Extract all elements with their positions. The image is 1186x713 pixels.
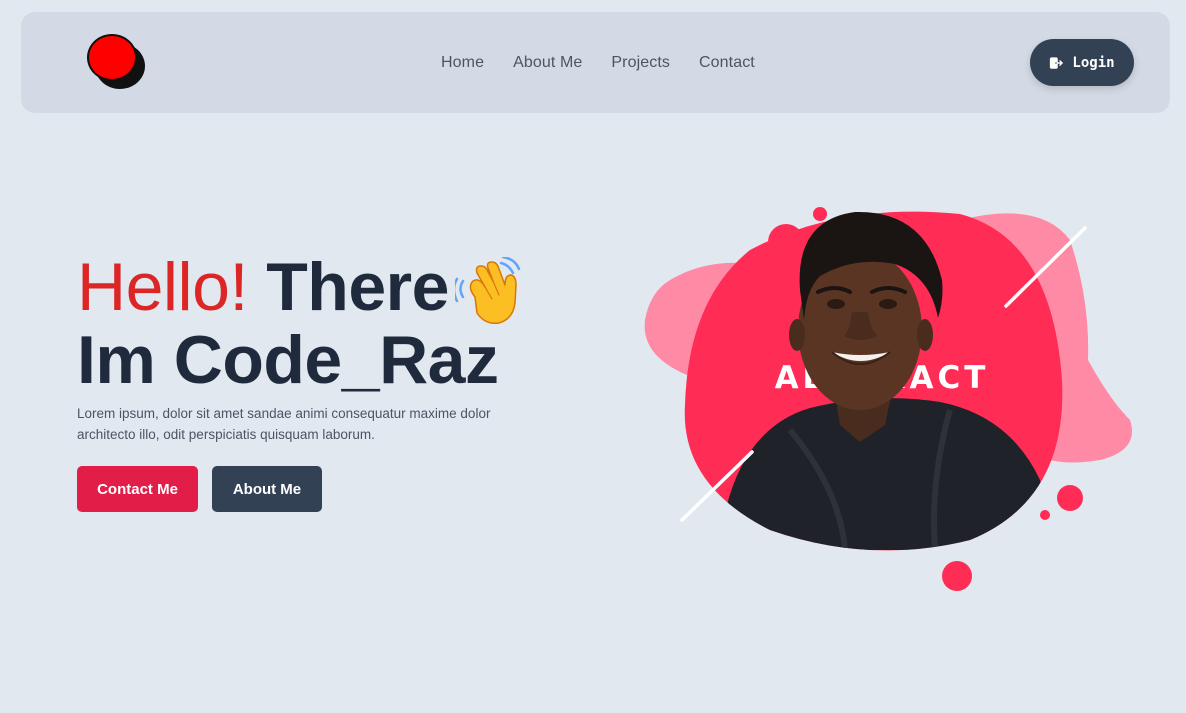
nav-link-about[interactable]: About Me (513, 54, 582, 72)
nav-link-home[interactable]: Home (441, 54, 484, 72)
hero-description: Lorem ipsum, dolor sit amet sandae animi… (77, 406, 491, 442)
contact-me-button[interactable]: Contact Me (77, 466, 198, 512)
decor-circle (1040, 510, 1050, 520)
hero-there: There (266, 249, 449, 325)
logo-dot (87, 34, 137, 81)
decor-circle (1057, 485, 1083, 511)
login-label: Login (1072, 54, 1115, 71)
logout-icon (1050, 56, 1064, 69)
decor-circle (813, 207, 827, 221)
hero-illustration: ABSTRACT (644, 207, 1132, 591)
about-me-button[interactable]: About Me (212, 466, 322, 512)
hero-name: Im Code_Raz (77, 322, 499, 399)
login-button[interactable]: Login (1030, 39, 1134, 86)
decor-circle (768, 224, 804, 260)
nav-links: Home About Me Projects Contact (441, 12, 755, 113)
logo-icon[interactable] (87, 34, 147, 92)
nav-link-contact[interactable]: Contact (699, 54, 755, 72)
navbar: Home About Me Projects Contact Login (21, 12, 1170, 113)
waving-hand-icon (454, 257, 521, 325)
hero-hello: Hello! (77, 249, 248, 325)
nav-link-projects[interactable]: Projects (611, 54, 670, 72)
decor-circle (942, 561, 972, 591)
hero-title: Hello! There Im Code_Raz (77, 253, 527, 394)
